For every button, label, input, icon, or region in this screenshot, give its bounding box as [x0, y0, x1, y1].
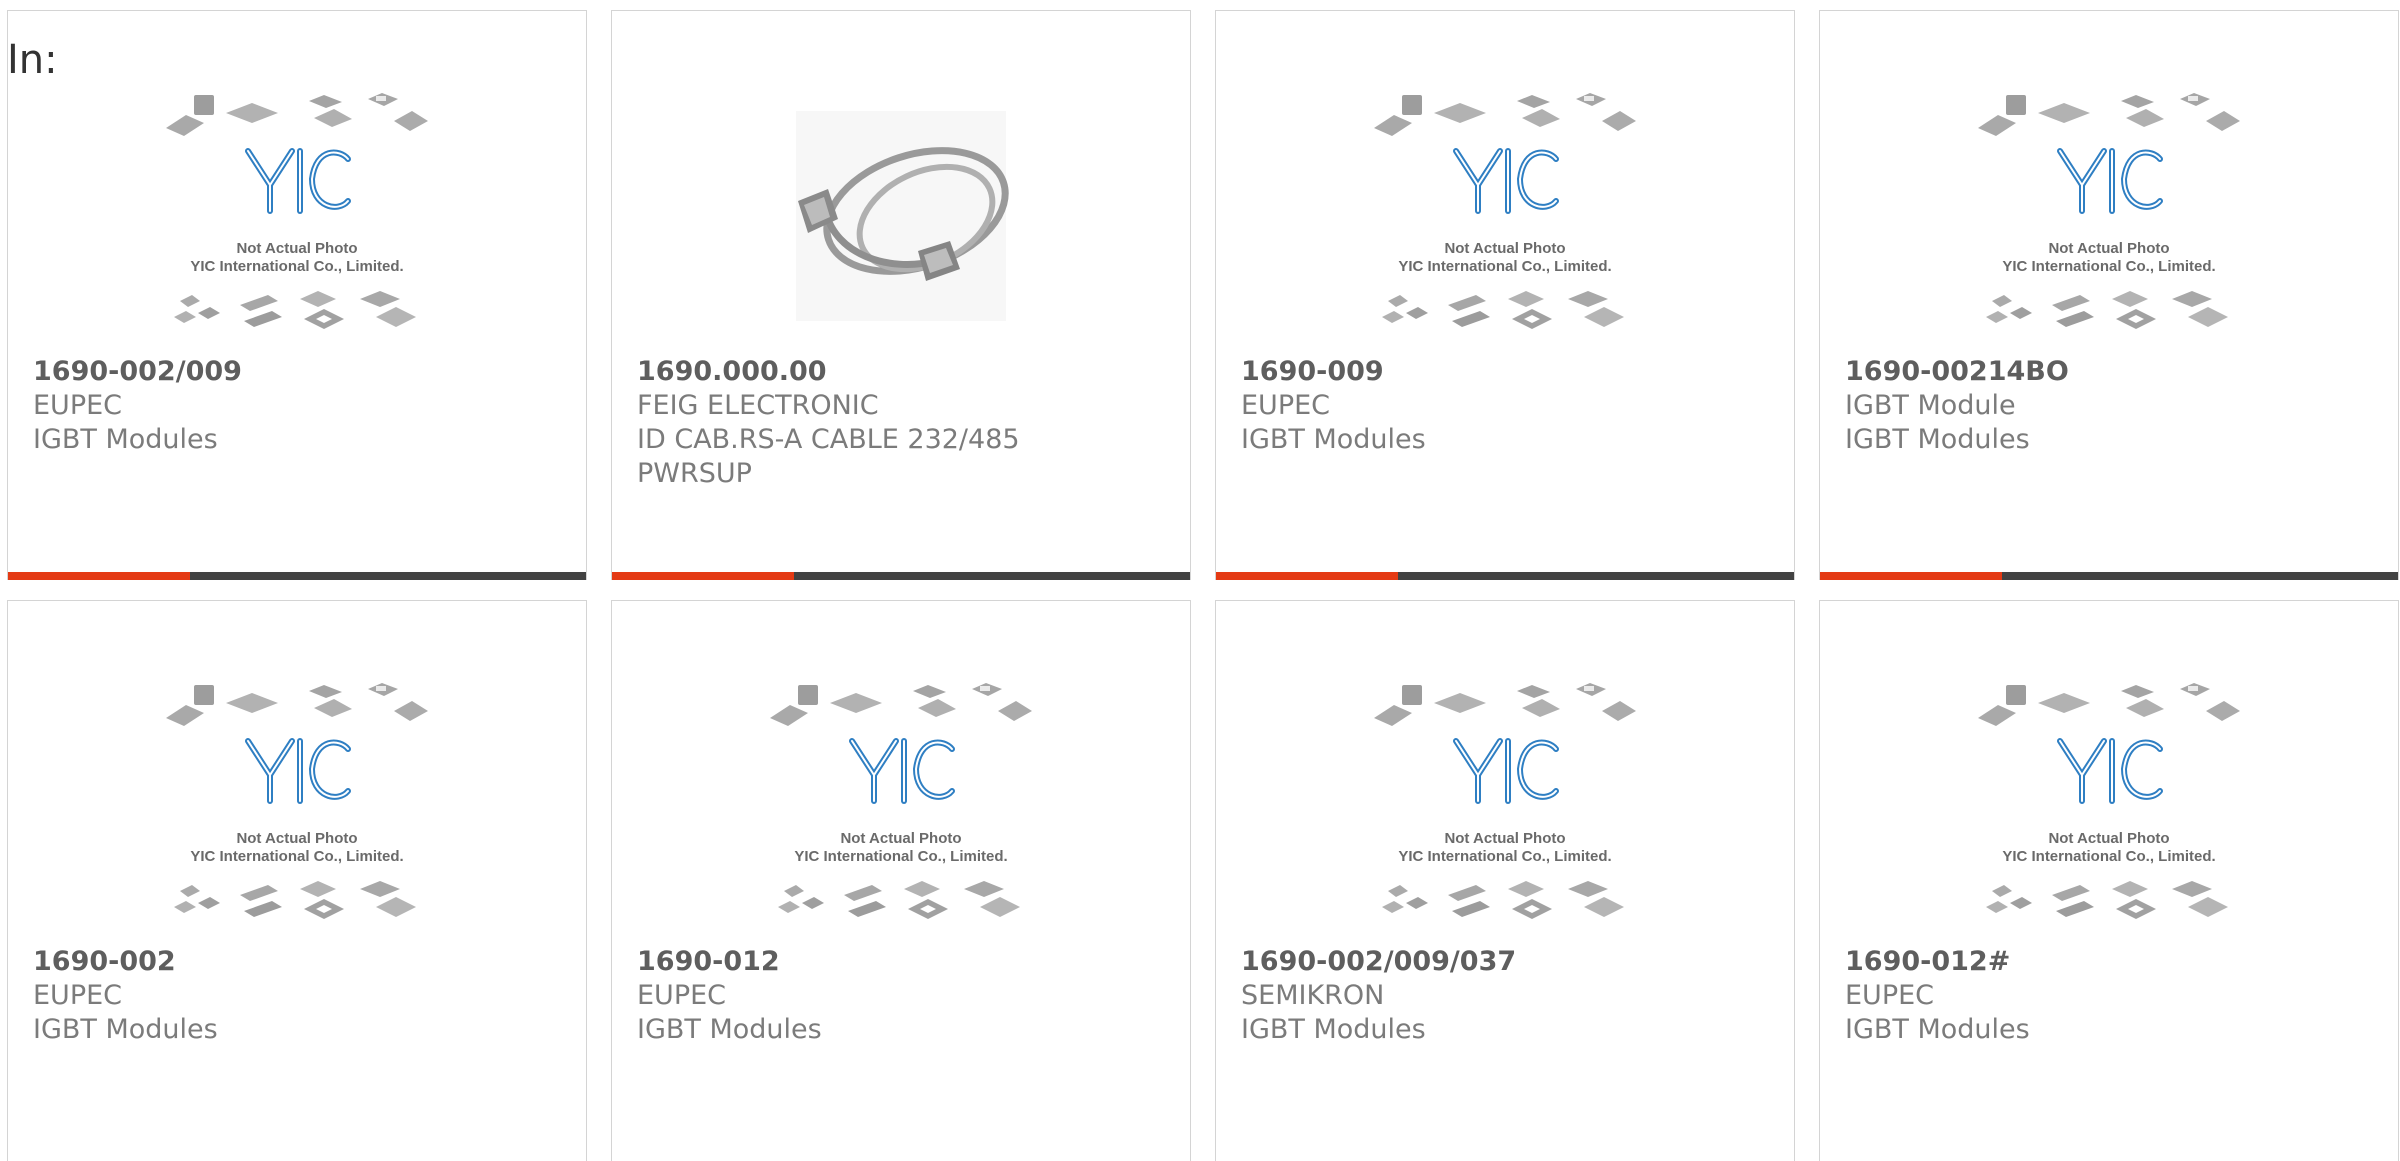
product-description: IGBT Modules — [1845, 424, 2030, 455]
product-card[interactable]: Not Actual Photo YIC International Co., L… — [1819, 10, 2399, 580]
svg-text:YIC International Co., Limited: YIC International Co., Limited. — [190, 258, 403, 275]
product-card[interactable]: Not Actual Photo YIC International Co., L… — [611, 600, 1191, 1161]
serial-cable-photo[interactable] — [766, 93, 1036, 348]
part-number[interactable]: 1690-012# — [1845, 945, 2373, 979]
yic-placeholder-image[interactable]: Not Actual Photo YIC International Co., L… — [1974, 683, 2244, 938]
svg-text:YIC International Co., Limited: YIC International Co., Limited. — [794, 848, 1007, 865]
part-number[interactable]: 1690-00214BO — [1845, 355, 2373, 389]
part-number[interactable]: 1690-009 — [1241, 355, 1769, 389]
svg-text:Not Actual Photo: Not Actual Photo — [1444, 240, 1565, 257]
product-description: IGBT Modules — [1845, 1014, 2030, 1045]
part-number[interactable]: 1690-002/009 — [33, 355, 561, 389]
in-label: In: — [7, 37, 58, 83]
product-info: 1690-002/009 EUPEC IGBT Modules — [33, 355, 561, 457]
manufacturer: EUPEC — [1241, 390, 1331, 421]
product-grid-page: In: Not Actual Photo YIC International Co… — [0, 0, 2400, 1161]
card-hover-bar — [8, 572, 586, 580]
svg-text:Not Actual Photo: Not Actual Photo — [236, 240, 357, 257]
card-accent-bar — [8, 572, 190, 580]
product-info: 1690-012# EUPEC IGBT Modules — [1845, 945, 2373, 1047]
yic-placeholder-image[interactable]: Not Actual Photo YIC International Co., L… — [1370, 93, 1640, 348]
card-hover-bar — [612, 572, 1190, 580]
product-info: 1690-002 EUPEC IGBT Modules — [33, 945, 561, 1047]
card-accent-bar — [1820, 572, 2002, 580]
product-card[interactable]: Not Actual Photo YIC International Co., L… — [1215, 10, 1795, 580]
card-accent-bar — [612, 572, 794, 580]
product-info: 1690-012 EUPEC IGBT Modules — [637, 945, 1165, 1047]
part-number[interactable]: 1690-002/009/037 — [1241, 945, 1769, 979]
manufacturer: EUPEC — [33, 980, 123, 1011]
svg-text:Not Actual Photo: Not Actual Photo — [236, 830, 357, 847]
product-card[interactable]: Not Actual Photo YIC International Co., L… — [1819, 600, 2399, 1161]
product-card[interactable]: 1690.000.00 FEIG ELECTRONIC ID CAB.RS-A CA… — [611, 10, 1191, 580]
product-card[interactable]: Not Actual Photo YIC International Co., L… — [7, 10, 587, 580]
manufacturer: EUPEC — [33, 390, 123, 421]
product-description: IGBT Modules — [33, 1014, 218, 1045]
svg-text:YIC International Co., Limited: YIC International Co., Limited. — [2002, 848, 2215, 865]
part-number[interactable]: 1690-012 — [637, 945, 1165, 979]
svg-text:Not Actual Photo: Not Actual Photo — [840, 830, 961, 847]
yic-placeholder-image[interactable]: Not Actual Photo YIC International Co., L… — [162, 683, 432, 938]
product-info: 1690-00214BO IGBT Module IGBT Modules — [1845, 355, 2373, 457]
manufacturer: EUPEC — [637, 980, 727, 1011]
product-description: IGBT Modules — [1241, 1014, 1426, 1045]
card-hover-bar — [1216, 572, 1794, 580]
svg-text:Not Actual Photo: Not Actual Photo — [2048, 830, 2169, 847]
svg-text:Not Actual Photo: Not Actual Photo — [1444, 830, 1565, 847]
manufacturer: SEMIKRON — [1241, 980, 1385, 1011]
yic-placeholder-image[interactable]: Not Actual Photo YIC International Co., L… — [1370, 683, 1640, 938]
svg-text:Not Actual Photo: Not Actual Photo — [2048, 240, 2169, 257]
product-description: ID CAB.RS-A CABLE 232/485 PWRSUP — [637, 424, 1020, 489]
product-description: IGBT Modules — [33, 424, 218, 455]
part-number[interactable]: 1690-002 — [33, 945, 561, 979]
svg-text:YIC International Co., Limited: YIC International Co., Limited. — [1398, 258, 1611, 275]
yic-placeholder-image[interactable]: Not Actual Photo YIC International Co., L… — [766, 683, 1036, 938]
svg-text:YIC International Co., Limited: YIC International Co., Limited. — [2002, 258, 2215, 275]
product-info: 1690-002/009/037 SEMIKRON IGBT Modules — [1241, 945, 1769, 1047]
product-description: IGBT Modules — [637, 1014, 822, 1045]
part-number[interactable]: 1690.000.00 — [637, 355, 1165, 389]
product-card[interactable]: Not Actual Photo YIC International Co., L… — [1215, 600, 1795, 1161]
manufacturer: IGBT Module — [1845, 390, 2016, 421]
card-hover-bar — [1820, 572, 2398, 580]
product-card[interactable]: Not Actual Photo YIC International Co., L… — [7, 600, 587, 1161]
yic-placeholder-image[interactable]: Not Actual Photo YIC International Co., L… — [162, 93, 432, 348]
product-info: 1690.000.00 FEIG ELECTRONIC ID CAB.RS-A CA… — [637, 355, 1165, 491]
manufacturer: FEIG ELECTRONIC — [637, 390, 879, 421]
svg-text:YIC International Co., Limited: YIC International Co., Limited. — [1398, 848, 1611, 865]
manufacturer: EUPEC — [1845, 980, 1935, 1011]
svg-text:YIC International Co., Limited: YIC International Co., Limited. — [190, 848, 403, 865]
product-description: IGBT Modules — [1241, 424, 1426, 455]
product-info: 1690-009 EUPEC IGBT Modules — [1241, 355, 1769, 457]
yic-placeholder-image[interactable]: Not Actual Photo YIC International Co., L… — [1974, 93, 2244, 348]
card-accent-bar — [1216, 572, 1398, 580]
